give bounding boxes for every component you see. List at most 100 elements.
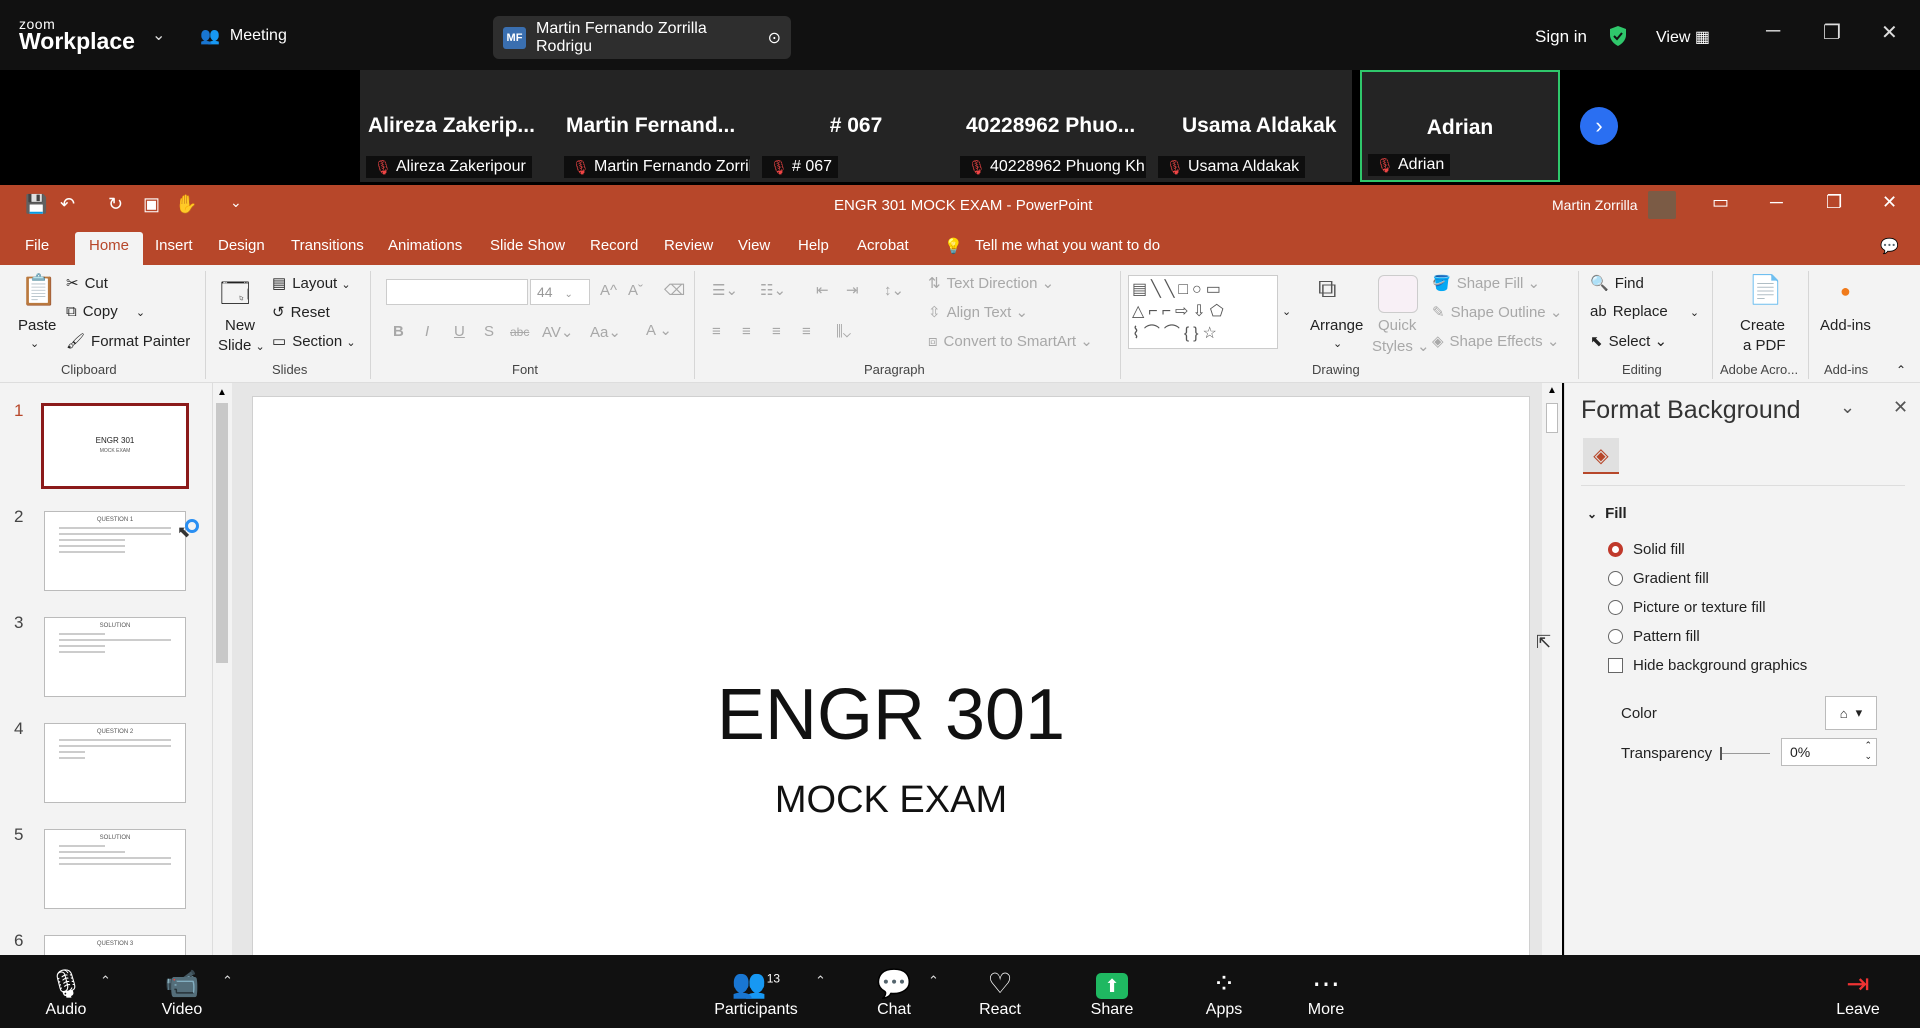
tab-record[interactable]: Record bbox=[590, 237, 638, 254]
new-slide-label-2[interactable]: Slide ⌄ bbox=[218, 337, 265, 354]
align-right-icon[interactable]: ≡ bbox=[772, 323, 781, 340]
scroll-thumb[interactable] bbox=[1546, 403, 1558, 433]
canvas-scrollbar[interactable]: ▲ bbox=[1542, 383, 1562, 955]
participants-options-icon[interactable]: ⌃ bbox=[815, 973, 826, 989]
font-color-icon[interactable]: A ⌄ bbox=[646, 321, 672, 339]
transparency-input[interactable]: 0% ⌃ ⌄ bbox=[1781, 738, 1877, 766]
arrange-icon[interactable]: ⧉ bbox=[1318, 273, 1337, 305]
copy-button[interactable]: ⧉ Copy ⌄ bbox=[66, 303, 145, 320]
convert-smartart-button[interactable]: ⧈ Convert to SmartArt ⌄ bbox=[928, 332, 1093, 350]
audio-options-icon[interactable]: ⌃ bbox=[100, 973, 111, 989]
tab-design[interactable]: Design bbox=[218, 237, 265, 254]
slider-handle[interactable] bbox=[1720, 747, 1722, 760]
slide-thumbnail-selected[interactable]: ENGR 301 MOCK EXAM bbox=[41, 403, 189, 489]
audio-button[interactable]: 🎙 Audio bbox=[44, 967, 88, 1019]
present-icon[interactable]: ▣ bbox=[143, 194, 160, 215]
comments-icon[interactable]: 💬 bbox=[1880, 237, 1899, 255]
create-pdf-label-2[interactable]: a PDF bbox=[1743, 337, 1786, 354]
restore-icon[interactable]: ❐ bbox=[1826, 192, 1842, 213]
gradient-fill-radio[interactable]: Gradient fill bbox=[1608, 570, 1709, 587]
format-painter-button[interactable]: 🖌 Format Painter bbox=[66, 332, 190, 350]
slide-thumbnail[interactable]: QUESTION 1 bbox=[44, 511, 186, 591]
participant-tile[interactable]: # 067 🎙 # 067 bbox=[756, 70, 956, 182]
video-button[interactable]: 📹 Video bbox=[160, 967, 204, 1019]
apps-button[interactable]: ⁘ Apps bbox=[1202, 967, 1246, 1019]
thumbs-scrollbar[interactable]: ▲ bbox=[212, 383, 230, 955]
create-pdf-label[interactable]: Create bbox=[1740, 317, 1785, 334]
participant-tile[interactable]: 40228962 Phuo... 🎙 40228962 Phuong Kh... bbox=[954, 70, 1154, 182]
quick-styles-icon[interactable] bbox=[1378, 275, 1418, 313]
scroll-thumb[interactable] bbox=[216, 403, 228, 663]
close-icon[interactable]: ✕ bbox=[1882, 192, 1897, 213]
user-name[interactable]: Martin Zorrilla bbox=[1552, 197, 1638, 213]
tab-slide-show[interactable]: Slide Show bbox=[490, 237, 565, 254]
save-icon[interactable]: 💾 bbox=[25, 194, 47, 215]
tab-file[interactable]: File bbox=[25, 237, 49, 254]
find-button[interactable]: 🔍 Find bbox=[1590, 274, 1644, 292]
gallery-more-icon[interactable]: ⌄ bbox=[1282, 305, 1291, 318]
participant-tile[interactable]: Usama Aldakak 🎙 Usama Aldakak bbox=[1152, 70, 1352, 182]
tab-home[interactable]: Home bbox=[75, 232, 144, 265]
line-spacing-icon[interactable]: ↕⌄ bbox=[884, 281, 904, 299]
quick-styles-label[interactable]: Quick bbox=[1378, 317, 1416, 334]
increase-font-icon[interactable]: A^ bbox=[600, 282, 617, 299]
paste-icon[interactable]: 📋 bbox=[20, 273, 57, 308]
shield-check-icon[interactable] bbox=[1608, 25, 1628, 52]
bullets-icon[interactable]: ☰⌄ bbox=[712, 281, 738, 299]
clear-formatting-icon[interactable]: ⌫ bbox=[664, 281, 685, 299]
video-options-icon[interactable]: ⌃ bbox=[222, 973, 233, 989]
redo-icon[interactable]: ↻ bbox=[108, 194, 123, 215]
host-pill[interactable]: MF Martin Fernando Zorrilla Rodrigu ⊙ bbox=[493, 16, 791, 59]
slide-editor[interactable]: ENGR 301 MOCK EXAM bbox=[252, 396, 1530, 956]
tell-me-search[interactable]: Tell me what you want to do bbox=[975, 237, 1160, 254]
customize-qat-icon[interactable]: ⌄ bbox=[230, 194, 242, 211]
align-text-button[interactable]: ⇳ Align Text ⌄ bbox=[928, 303, 1028, 321]
avatar[interactable] bbox=[1648, 191, 1676, 219]
columns-icon[interactable]: ⫼⌄ bbox=[836, 323, 851, 340]
tab-help[interactable]: Help bbox=[798, 237, 829, 254]
text-direction-button[interactable]: ⇅ Text Direction ⌄ bbox=[928, 274, 1054, 292]
solid-fill-radio[interactable]: Solid fill bbox=[1608, 541, 1685, 558]
picture-fill-radio[interactable]: Picture or texture fill bbox=[1608, 599, 1766, 616]
char-spacing-icon[interactable]: AV⌄ bbox=[542, 323, 573, 341]
slide-thumbnail[interactable]: SOLUTION bbox=[44, 617, 186, 697]
replace-button[interactable]: ab Replace ⌄ bbox=[1590, 303, 1699, 320]
shape-effects-button[interactable]: ◈ Shape Effects ⌄ bbox=[1432, 332, 1559, 350]
slide-title[interactable]: ENGR 301 bbox=[253, 674, 1529, 756]
strikethrough-icon[interactable]: abc bbox=[510, 325, 529, 339]
align-left-icon[interactable]: ≡ bbox=[712, 323, 721, 340]
slide-subtitle[interactable]: MOCK EXAM bbox=[253, 779, 1529, 822]
slide-thumbnail[interactable]: SOLUTION bbox=[44, 829, 186, 909]
ribbon-display-icon[interactable]: ▭ bbox=[1712, 192, 1729, 213]
underline-icon[interactable]: U bbox=[454, 323, 465, 340]
decrease-font-icon[interactable]: Aˇ bbox=[628, 282, 643, 299]
participant-tile-active[interactable]: Adrian 🎙 Adrian bbox=[1360, 70, 1560, 182]
increase-indent-icon[interactable]: ⇥ bbox=[846, 281, 859, 299]
new-slide-label[interactable]: New bbox=[225, 317, 255, 334]
view-button[interactable]: View ▦ bbox=[1656, 27, 1710, 47]
paste-button[interactable]: Paste bbox=[18, 317, 56, 334]
close-pane-icon[interactable]: ✕ bbox=[1893, 397, 1908, 418]
react-button[interactable]: ♡ React bbox=[978, 967, 1022, 1019]
font-size-select[interactable]: 44 ⌄ bbox=[530, 279, 590, 305]
collapse-ribbon-icon[interactable]: ⌃ bbox=[1896, 363, 1906, 377]
align-center-icon[interactable]: ≡ bbox=[742, 323, 751, 340]
sign-in-link[interactable]: Sign in bbox=[1535, 27, 1587, 47]
color-picker-button[interactable]: ⌂ ▾ bbox=[1825, 696, 1877, 730]
addins-icon[interactable]: ● bbox=[1840, 281, 1851, 302]
reset-button[interactable]: ↺ Reset bbox=[272, 303, 330, 321]
tab-animations[interactable]: Animations bbox=[388, 237, 462, 254]
tab-transitions[interactable]: Transitions bbox=[291, 237, 364, 254]
shape-outline-button[interactable]: ✎ Shape Outline ⌄ bbox=[1432, 303, 1562, 321]
chevron-down-icon[interactable]: ⌄ bbox=[1840, 397, 1855, 418]
tab-review[interactable]: Review bbox=[664, 237, 713, 254]
layout-button[interactable]: ▤ Layout ⌄ bbox=[272, 274, 351, 292]
tab-acrobat[interactable]: Acrobat bbox=[857, 237, 909, 254]
chevron-down-icon[interactable]: ⌄ bbox=[1333, 337, 1342, 350]
pdf-icon[interactable]: 📄 bbox=[1748, 273, 1783, 306]
hide-background-checkbox[interactable]: Hide background graphics bbox=[1608, 657, 1807, 674]
justify-icon[interactable]: ≡ bbox=[802, 323, 811, 340]
arrange-button[interactable]: Arrange bbox=[1310, 317, 1363, 334]
more-button[interactable]: ⋯ More bbox=[1304, 967, 1348, 1019]
fill-section-header[interactable]: ⌄ Fill bbox=[1587, 505, 1627, 522]
